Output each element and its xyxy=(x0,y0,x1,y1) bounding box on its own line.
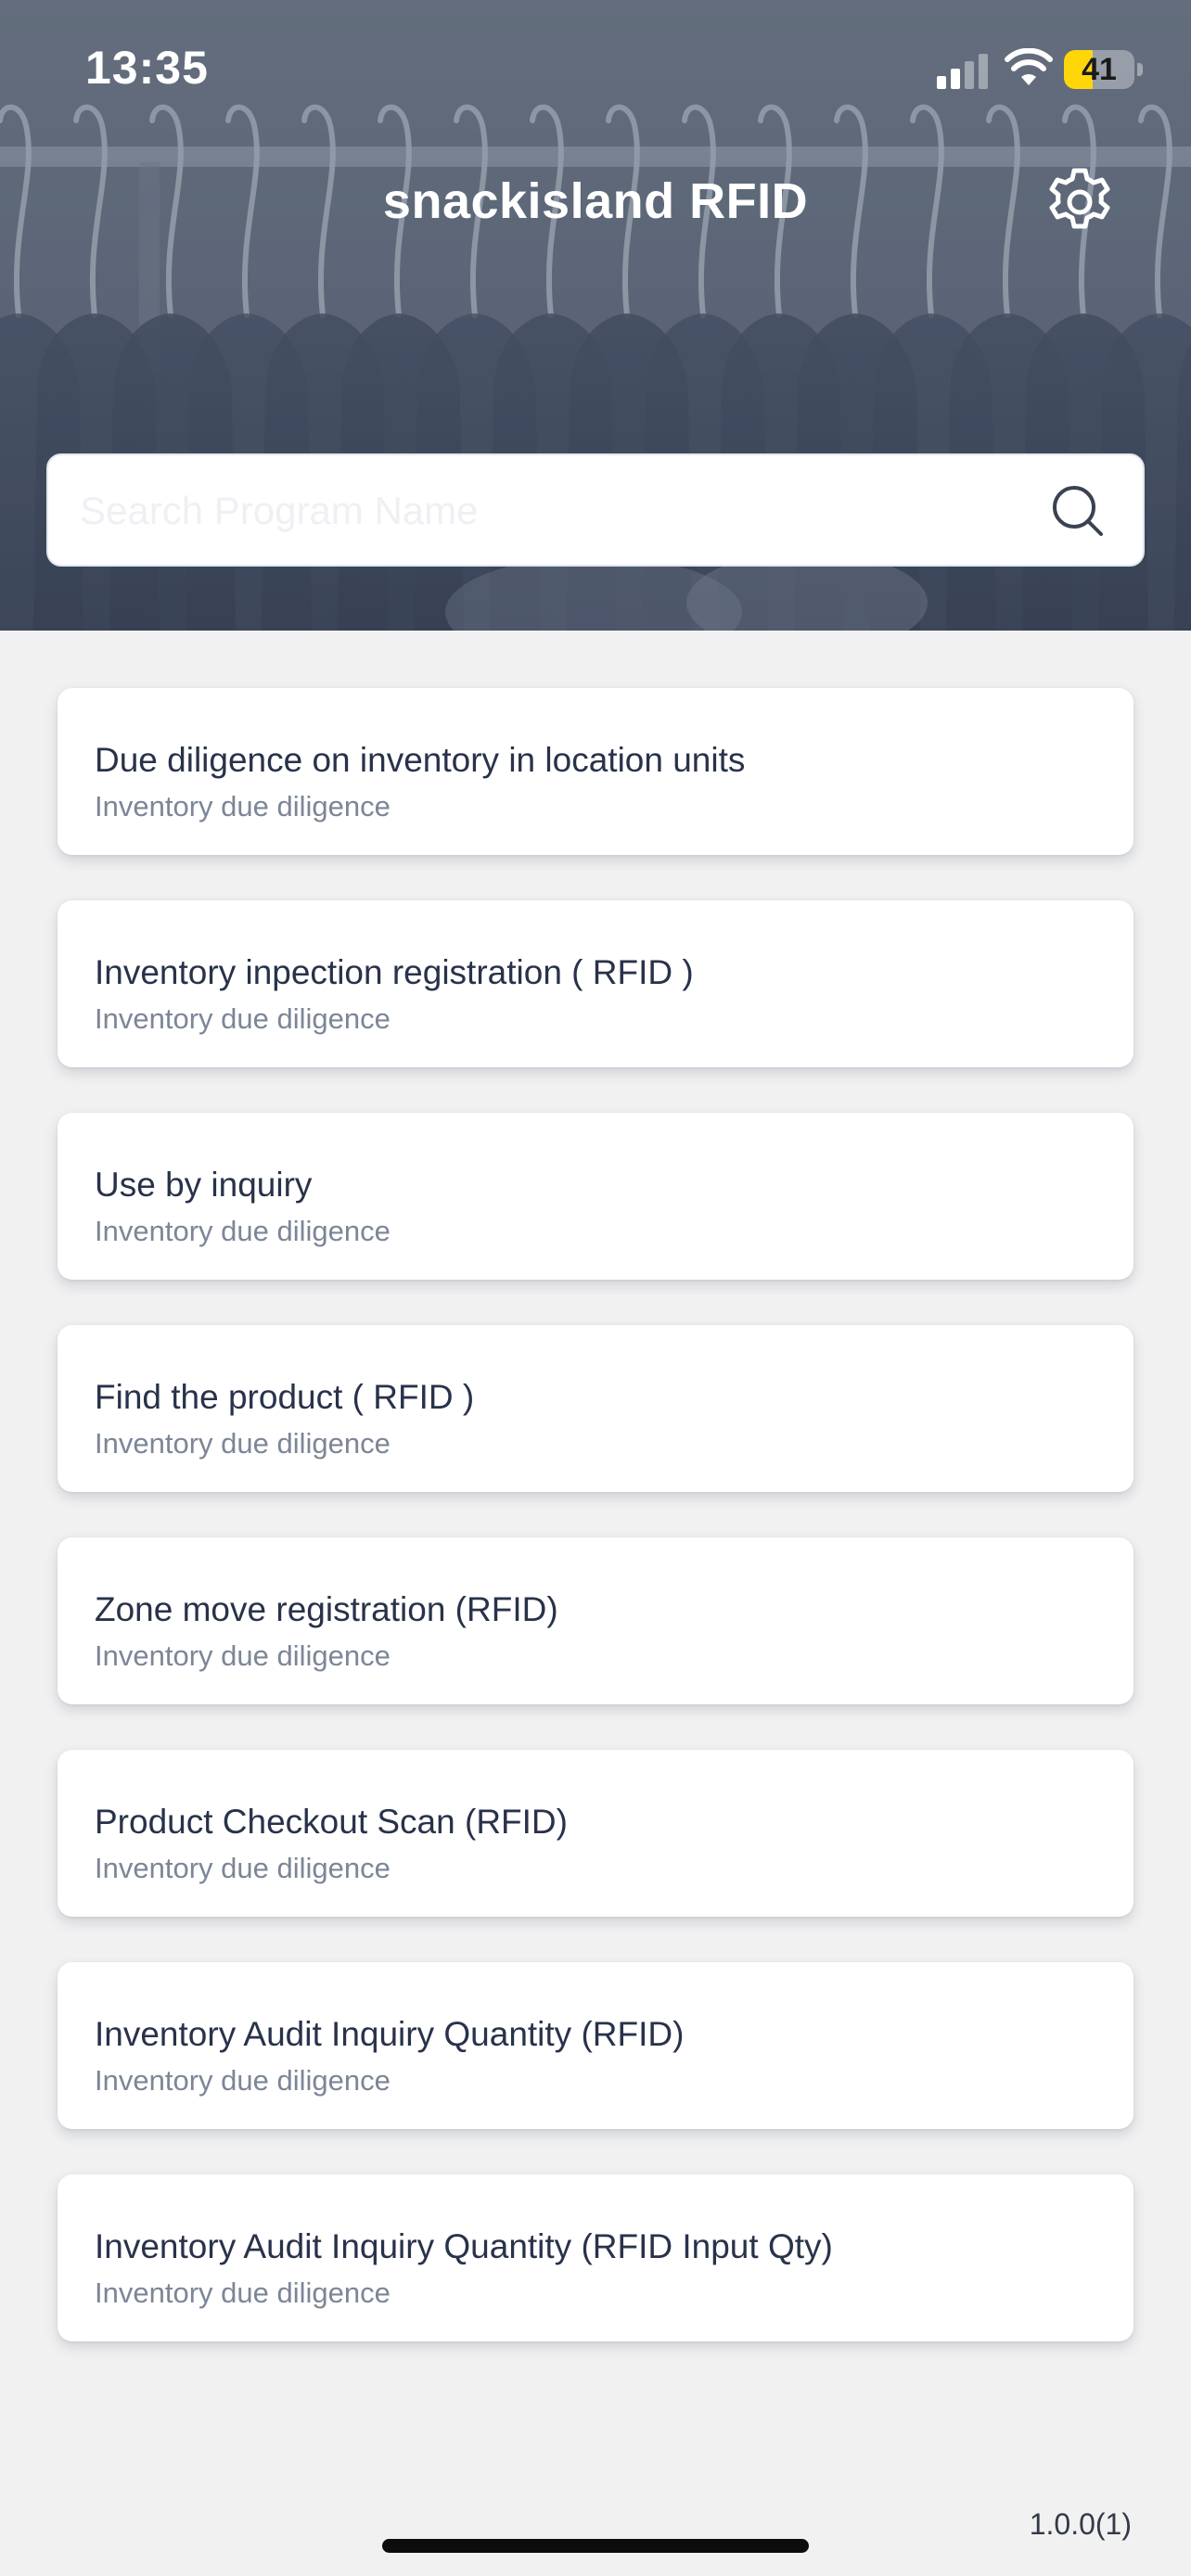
program-subtitle: Inventory due diligence xyxy=(95,1215,391,1247)
program-card[interactable]: Due diligence on inventory in location u… xyxy=(58,688,1133,855)
search-box xyxy=(46,453,1145,567)
search-input[interactable] xyxy=(78,455,1028,567)
program-title: Inventory Audit Inquiry Quantity (RFID) xyxy=(95,2015,685,2053)
program-title: Use by inquiry xyxy=(95,1166,313,1204)
battery-icon: 41 xyxy=(1064,50,1144,89)
program-card[interactable]: Inventory inpection registration ( RFID … xyxy=(58,900,1133,1067)
home-indicator xyxy=(382,2539,809,2553)
battery-level: 41 xyxy=(1082,52,1117,87)
status-time: 13:35 xyxy=(85,42,209,94)
program-card[interactable]: Use by inquiry Inventory due diligence xyxy=(58,1113,1133,1280)
program-title: Inventory Audit Inquiry Quantity (RFID I… xyxy=(95,2227,833,2265)
search-icon[interactable] xyxy=(1050,483,1106,539)
program-title: Zone move registration (RFID) xyxy=(95,1590,558,1628)
program-card[interactable]: Product Checkout Scan (RFID) Inventory d… xyxy=(58,1750,1133,1917)
gear-icon xyxy=(1049,168,1110,229)
program-subtitle: Inventory due diligence xyxy=(95,1852,391,1884)
program-subtitle: Inventory due diligence xyxy=(95,1002,391,1035)
program-title: Inventory inpection registration ( RFID … xyxy=(95,953,694,991)
program-subtitle: Inventory due diligence xyxy=(95,790,391,823)
header-hero: 13:35 41 snackisland RFID xyxy=(0,0,1191,631)
program-card[interactable]: Inventory Audit Inquiry Quantity (RFID I… xyxy=(58,2174,1133,2341)
program-subtitle: Inventory due diligence xyxy=(95,2276,391,2309)
program-card[interactable]: Inventory Audit Inquiry Quantity (RFID) … xyxy=(58,1962,1133,2129)
cellular-signal-icon xyxy=(937,54,988,89)
program-title: Due diligence on inventory in location u… xyxy=(95,741,746,779)
program-card[interactable]: Find the product ( RFID ) Inventory due … xyxy=(58,1325,1133,1492)
status-bar: 13:35 41 xyxy=(0,0,1191,139)
program-subtitle: Inventory due diligence xyxy=(95,2064,391,2097)
program-title: Find the product ( RFID ) xyxy=(95,1378,475,1416)
program-title: Product Checkout Scan (RFID) xyxy=(95,1803,568,1841)
program-list: Due diligence on inventory in location u… xyxy=(58,688,1133,2387)
app-title: snackisland RFID xyxy=(382,173,809,229)
settings-button[interactable] xyxy=(1043,165,1117,239)
program-card[interactable]: Zone move registration (RFID) Inventory … xyxy=(58,1537,1133,1704)
app-version: 1.0.0(1) xyxy=(1029,2507,1132,2541)
program-subtitle: Inventory due diligence xyxy=(95,1639,391,1672)
wifi-icon xyxy=(1005,48,1053,85)
program-subtitle: Inventory due diligence xyxy=(95,1427,391,1460)
